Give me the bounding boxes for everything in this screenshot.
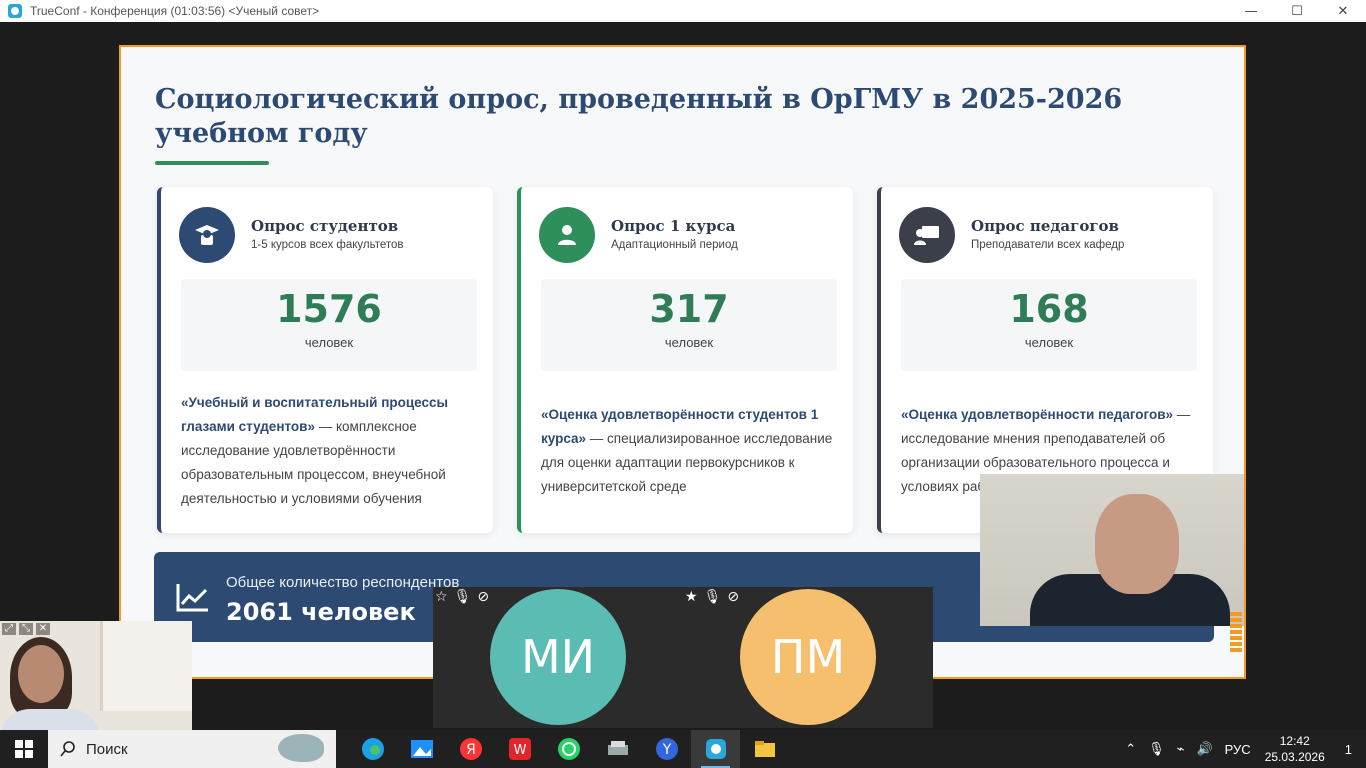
participant-head xyxy=(18,645,64,703)
notification-count: 1 xyxy=(1344,741,1352,757)
windows-taskbar: Поиск Я W Y ⌃ 🎙 ⌁ 🔊 РУС 12:42 25.03.2026… xyxy=(0,730,1366,768)
camera-off-icon: ⊘ xyxy=(727,589,740,605)
survey-name: «Оценка удовлетворённости педагогов» xyxy=(901,407,1174,422)
card-subtitle: Адаптационный период xyxy=(611,239,738,251)
card-description: «Учебный и воспитательный процессы глаза… xyxy=(181,391,481,511)
wps-icon: W xyxy=(508,738,531,760)
file-explorer-app[interactable] xyxy=(740,730,789,768)
minimize-button[interactable]: — xyxy=(1228,0,1274,22)
clock[interactable]: 12:42 25.03.2026 xyxy=(1265,733,1325,765)
camera-off-icon: ⊘ xyxy=(477,589,490,605)
close-button[interactable]: ✕ xyxy=(1320,0,1366,22)
survey-card-first-year: Опрос 1 курса Адаптационный период 317 ч… xyxy=(517,187,853,533)
yandex-app[interactable]: Y xyxy=(642,730,691,768)
scanner-app[interactable] xyxy=(593,730,642,768)
card-title: Опрос 1 курса xyxy=(611,217,736,235)
clock-time: 12:42 xyxy=(1279,734,1310,748)
search-label: Поиск xyxy=(86,740,128,758)
summary-label: Общее количество респондентов xyxy=(226,574,460,591)
tile-status-icons: ★ 🎙 ⊘ xyxy=(685,589,739,605)
expand-icon[interactable]: ⤢ xyxy=(2,623,16,635)
stat-box: 168 человек xyxy=(901,279,1197,371)
card-title: Опрос педагогов xyxy=(971,217,1119,235)
whatsapp-icon xyxy=(557,738,580,760)
survey-card-students: Опрос студентов 1-5 курсов всех факульте… xyxy=(157,187,493,533)
microphone-icon[interactable]: 🎙 xyxy=(1148,741,1165,757)
clock-date: 25.03.2026 xyxy=(1264,750,1325,764)
yandex-icon: Я xyxy=(459,738,482,760)
mic-muted-icon: 🎙 xyxy=(453,589,472,605)
chevron-up-icon[interactable]: ⌃ xyxy=(1125,741,1136,757)
network-icon[interactable]: ⌁ xyxy=(1177,741,1185,757)
search-icon xyxy=(60,741,75,757)
trueconf-app-icon xyxy=(8,4,22,18)
participant-tile[interactable]: ★ 🎙 ⊘ ПМ xyxy=(683,587,933,728)
star-filled-icon[interactable]: ★ xyxy=(685,589,698,605)
windows-logo-icon xyxy=(15,740,33,758)
speaker-video[interactable] xyxy=(980,474,1244,626)
mic-muted-icon: 🎙 xyxy=(703,589,722,605)
title-underline xyxy=(155,161,269,165)
svg-text:Y: Y xyxy=(661,742,671,758)
window-titlebar: TrueConf - Конференция (01:03:56) <Учены… xyxy=(0,0,1366,22)
fullscreen-icon[interactable]: ⤡ xyxy=(19,623,33,635)
window-controls: — ☐ ✕ xyxy=(1228,0,1366,22)
star-icon[interactable]: ☆ xyxy=(435,589,448,605)
start-button[interactable] xyxy=(0,730,48,768)
wps-app[interactable]: W xyxy=(495,730,544,768)
system-tray: ⌃ 🎙 ⌁ 🔊 РУС 12:42 25.03.2026 1 xyxy=(1119,730,1366,768)
notifications-icon[interactable]: 1 xyxy=(1345,742,1352,757)
audio-level-indicator xyxy=(1230,612,1242,654)
window-title: TrueConf - Конференция (01:03:56) <Учены… xyxy=(30,4,320,18)
trueconf-app[interactable] xyxy=(691,730,740,768)
stat-box: 1576 человек xyxy=(181,279,477,371)
participant-tile[interactable]: ☆ 🎙 ⊘ МИ xyxy=(433,587,683,728)
maximize-button[interactable]: ☐ xyxy=(1274,0,1320,22)
card-subtitle: Преподаватели всех кафедр xyxy=(971,239,1125,251)
slide-title: Социологический опрос, проведенный в ОрГ… xyxy=(155,84,1123,149)
yandex-y-icon: Y xyxy=(655,738,678,760)
count-unit: человек xyxy=(664,335,714,350)
yandex-browser-app[interactable]: Я xyxy=(446,730,495,768)
video-controls: ⤢ ⤡ ✕ xyxy=(2,623,50,635)
participant-avatar: ПМ xyxy=(740,589,876,725)
taskbar-search[interactable]: Поиск xyxy=(48,730,336,768)
language-indicator[interactable]: РУС xyxy=(1225,742,1251,757)
stat-box: 317 человек xyxy=(541,279,837,371)
trueconf-icon xyxy=(705,739,726,759)
photos-icon xyxy=(410,740,433,758)
respondent-count: 168 xyxy=(1009,287,1089,331)
svg-text:Я: Я xyxy=(466,742,476,758)
speaker-head xyxy=(1095,494,1179,594)
taskbar-apps: Я W Y xyxy=(348,730,789,768)
scanner-icon xyxy=(607,741,628,755)
close-video-icon[interactable]: ✕ xyxy=(36,623,50,635)
participant-avatar: МИ xyxy=(490,589,626,725)
tile-status-icons: ☆ 🎙 ⊘ xyxy=(435,589,489,605)
photos-app[interactable] xyxy=(397,730,446,768)
card-title: Опрос студентов xyxy=(251,217,399,235)
card-description: «Оценка удовлетворённости студентов 1 ку… xyxy=(541,403,841,499)
trend-chart-icon xyxy=(176,584,208,612)
edge-app[interactable] xyxy=(348,730,397,768)
whatsapp-app[interactable] xyxy=(544,730,593,768)
user-icon xyxy=(539,207,595,263)
respondent-count: 1576 xyxy=(276,287,382,331)
count-unit: человек xyxy=(1024,335,1074,350)
background-window xyxy=(100,621,192,711)
graduate-icon xyxy=(179,207,235,263)
edge-icon xyxy=(361,738,384,760)
teacher-board-icon xyxy=(899,207,955,263)
summary-value: 2061 человек xyxy=(226,598,416,626)
participants-strip: ☆ 🎙 ⊘ МИ ★ 🎙 ⊘ ПМ xyxy=(433,587,933,728)
search-highlight-image xyxy=(278,734,324,762)
count-unit: человек xyxy=(304,335,354,350)
folder-icon xyxy=(754,741,775,757)
conference-stage: Социологический опрос, проведенный в ОрГ… xyxy=(0,22,1366,750)
svg-text:W: W xyxy=(513,743,526,758)
volume-icon[interactable]: 🔊 xyxy=(1196,741,1212,757)
respondent-count: 317 xyxy=(649,287,729,331)
card-subtitle: 1-5 курсов всех факультетов xyxy=(251,239,404,251)
